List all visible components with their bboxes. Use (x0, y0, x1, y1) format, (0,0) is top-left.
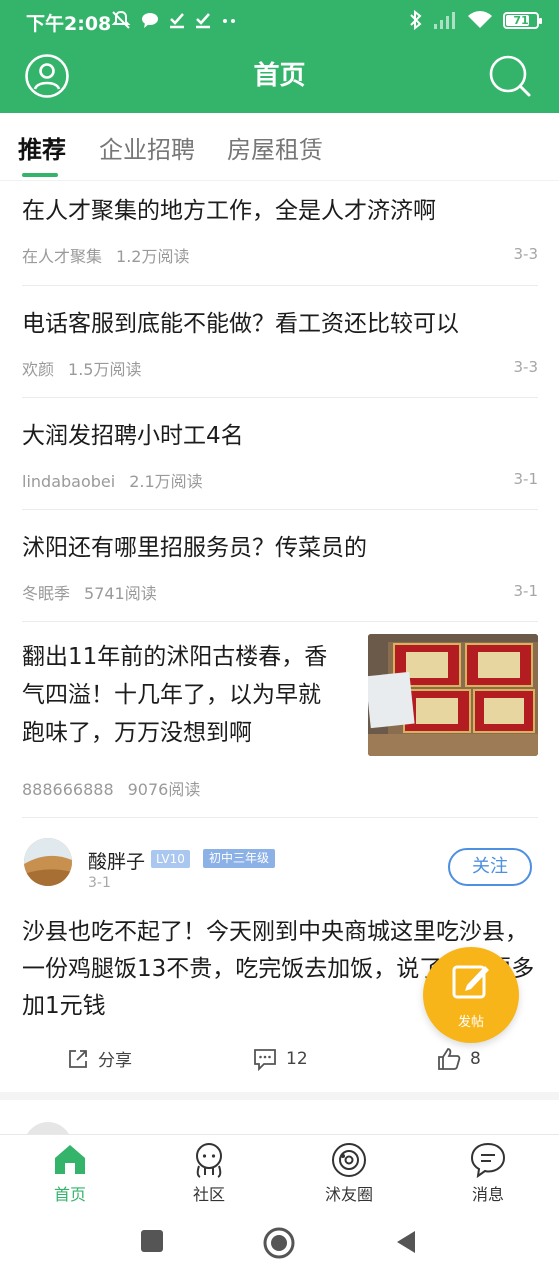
feed-author: 冬眠季 (22, 584, 71, 603)
nav-home[interactable]: 首页 (30, 1141, 110, 1205)
edit-icon (452, 965, 489, 999)
new-post-button[interactable]: 发帖 (423, 947, 519, 1043)
download-done-icon (170, 13, 184, 29)
status-bar: 下午2:08 71 (0, 0, 559, 40)
community-icon (196, 1143, 222, 1178)
feed-title: 电话客服到底能不能做？看工资还比较可以 (22, 311, 459, 337)
battery-level: 71 (513, 13, 529, 27)
share-label: 分享 (98, 1051, 132, 1071)
feed-meta: lindabaobei 2.1万阅读 (22, 468, 203, 492)
follow-button[interactable]: 关注 (448, 848, 532, 886)
wifi-icon (468, 11, 492, 28)
grade-badge: 初中三年级 (203, 849, 276, 868)
feed-date: 3-3 (513, 245, 539, 263)
share-icon (69, 1049, 87, 1068)
like-button[interactable]: 8 (436, 1046, 481, 1072)
feed-meta: 888666888 9076阅读 (22, 776, 200, 800)
feed-author: 欢颜 (22, 360, 55, 379)
feed-reads: 1.2万阅读 (116, 247, 190, 266)
new-post-label: 发帖 (457, 1015, 484, 1030)
signal-icon (434, 12, 455, 29)
mute-icon (111, 10, 131, 29)
thumbs-up-icon (438, 1048, 461, 1070)
active-tab-indicator (22, 173, 58, 177)
back-icon[interactable] (395, 1230, 417, 1258)
feed-thumbnail (368, 634, 538, 756)
status-time: 下午2:08 (26, 13, 112, 35)
feed-item-with-image[interactable]: 翻出11年前的沭阳古楼春，香气四溢！十几年了，以为早就跑味了，万万没想到啊 88… (22, 622, 538, 818)
nav-home-label: 首页 (53, 1185, 86, 1204)
page-title: 首页 (253, 61, 306, 91)
feed-item[interactable]: 沭阳还有哪里招服务员？传菜员的 冬眠季 5741阅读 3-1 (22, 510, 538, 622)
nav-friends-circle-label: 沭友圈 (324, 1185, 373, 1204)
feed-date: 3-1 (513, 470, 539, 488)
home-button-icon[interactable] (263, 1227, 295, 1263)
feed-date: 3-3 (513, 358, 539, 376)
nav-community-label: 社区 (192, 1185, 225, 1204)
nav-community[interactable]: 社区 (169, 1141, 249, 1205)
like-count: 8 (470, 1049, 481, 1069)
feed-title: 在人才聚集的地方工作，全是人才济济啊 (22, 198, 436, 224)
feed-title: 翻出11年前的沭阳古楼春，香气四溢！十几年了，以为早就跑味了，万万没想到啊 (22, 644, 328, 746)
planet-icon (332, 1143, 366, 1177)
system-navigation-bar (0, 1210, 559, 1280)
feed-date: 3-1 (513, 582, 539, 600)
avatar[interactable] (24, 838, 72, 886)
feed-reads: 9076阅读 (127, 780, 201, 799)
comment-icon (254, 1049, 276, 1072)
system-icons: 71 (409, 8, 542, 32)
post-actions: 分享 12 8 (0, 1046, 559, 1076)
home-icon (55, 1145, 85, 1174)
feed-item[interactable]: 大润发招聘小时工4名 lindabaobei 2.1万阅读 3-1 (22, 398, 538, 510)
feed-reads: 1.5万阅读 (68, 360, 142, 379)
feed-title: 大润发招聘小时工4名 (22, 423, 244, 449)
share-button[interactable]: 分享 (66, 1046, 132, 1071)
feed-reads: 2.1万阅读 (129, 472, 203, 491)
nav-friends-circle[interactable]: 沭友圈 (309, 1141, 389, 1205)
battery-tip (539, 17, 542, 24)
feed-title: 沭阳还有哪里招服务员？传菜员的 (22, 535, 367, 561)
bottom-nav: 首页 社区 沭友圈 消息 (0, 1134, 559, 1210)
feed-author: lindabaobei (22, 472, 116, 491)
more-dots-icon (223, 19, 235, 23)
comment-count: 12 (286, 1049, 308, 1069)
post-username[interactable]: 酸胖子 (88, 847, 145, 874)
nav-messages[interactable]: 消息 (448, 1141, 528, 1205)
bluetooth-icon (410, 9, 422, 31)
feed-item[interactable]: 在人才聚集的地方工作，全是人才济济啊 在人才聚集 1.2万阅读 3-3 (22, 181, 538, 286)
feed-meta: 冬眠季 5741阅读 (22, 580, 157, 604)
tab-house-rental[interactable]: 房屋租赁 (227, 130, 323, 165)
battery-icon: 71 (503, 11, 542, 29)
level-badge: LV10 (151, 850, 190, 868)
tab-recommend[interactable]: 推荐 (18, 130, 66, 165)
feed-reads: 5741阅读 (84, 584, 157, 603)
feed-author: 888666888 (22, 780, 114, 799)
feed-meta: 欢颜 1.5万阅读 (22, 356, 141, 380)
comment-button[interactable]: 12 (252, 1046, 308, 1072)
recent-apps-icon[interactable] (141, 1230, 163, 1256)
feed-author: 在人才聚集 (22, 247, 103, 266)
feed-item[interactable]: 电话客服到底能不能做？看工资还比较可以 欢颜 1.5万阅读 3-3 (22, 286, 538, 398)
nav-messages-label: 消息 (471, 1185, 504, 1204)
message-icon (470, 1142, 506, 1179)
search-icon[interactable] (487, 53, 533, 99)
app-header: 下午2:08 71 首页 (0, 0, 559, 113)
tab-enterprise-recruitment[interactable]: 企业招聘 (99, 130, 195, 165)
category-tabs: 推荐 企业招聘 房屋租赁 (0, 113, 559, 181)
download-done-icon-2 (196, 13, 210, 29)
post-date: 3-1 (88, 875, 111, 891)
feed-meta: 在人才聚集 1.2万阅读 (22, 243, 189, 267)
notification-icons (110, 8, 238, 32)
chat-bubble-icon (142, 13, 158, 28)
